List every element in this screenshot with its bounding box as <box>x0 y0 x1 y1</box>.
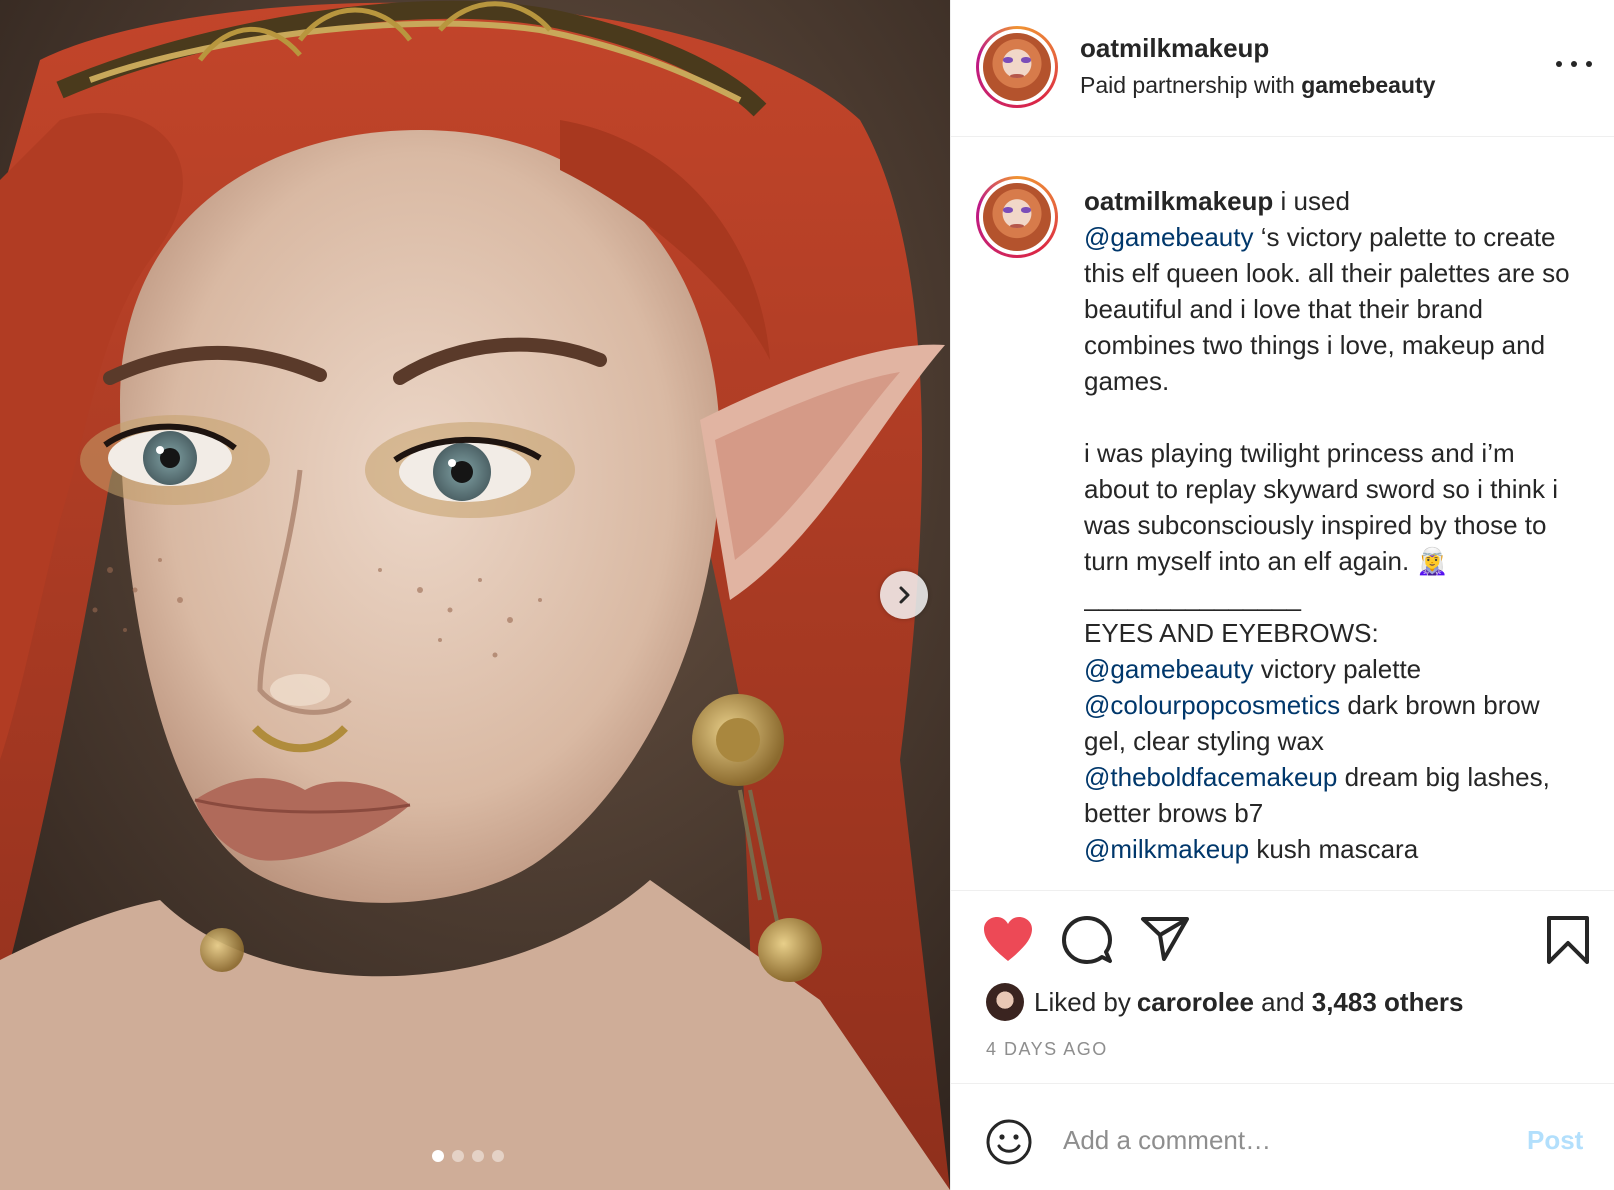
mention-link[interactable]: @gamebeauty <box>1084 222 1254 252</box>
mention-link[interactable]: @theboldfacemakeup <box>1084 762 1337 792</box>
header-avatar[interactable] <box>976 26 1058 108</box>
likes-summary: Liked by carorolee and 3,483 others <box>986 983 1464 1021</box>
caption-scroll[interactable]: oatmilkmakeup i used @gamebeauty ‘s vict… <box>1084 183 1594 883</box>
post-photo <box>0 0 950 1190</box>
header-username[interactable]: oatmilkmakeup <box>1080 33 1269 64</box>
comment-input[interactable] <box>1063 1120 1483 1160</box>
caption-avatar[interactable] <box>976 176 1058 258</box>
liker-avatar[interactable] <box>986 983 1024 1021</box>
chevron-right-icon <box>899 586 910 604</box>
mention-link[interactable]: @colourpopcosmetics <box>1084 690 1340 720</box>
bookmark-icon[interactable] <box>1546 915 1590 965</box>
carousel-indicator <box>432 1150 504 1162</box>
carousel-dot <box>452 1150 464 1162</box>
partner-link[interactable]: gamebeauty <box>1301 72 1435 98</box>
likes-middle: and <box>1253 986 1312 1017</box>
likes-prefix: Liked by <box>1034 986 1131 1017</box>
send-icon[interactable] <box>1140 915 1190 961</box>
liker-username[interactable]: carorolee <box>1137 987 1254 1018</box>
caption-segment: kush mascara <box>1249 834 1419 864</box>
more-options-button[interactable] <box>1556 50 1592 78</box>
caption-username[interactable]: oatmilkmakeup <box>1084 186 1273 216</box>
post-media[interactable] <box>0 0 950 1190</box>
post-comment-button[interactable]: Post <box>1527 1125 1583 1156</box>
carousel-dot <box>492 1150 504 1162</box>
heart-filled-icon[interactable] <box>982 915 1034 963</box>
actions-divider <box>950 890 1614 891</box>
carousel-dot-active <box>432 1150 444 1162</box>
post-timestamp[interactable]: 4 DAYS AGO <box>986 1039 1108 1060</box>
carousel-dot <box>472 1150 484 1162</box>
more-horizontal-icon <box>1556 61 1562 67</box>
next-slide-button[interactable] <box>880 571 928 619</box>
paid-partnership-prefix: Paid partnership with <box>1080 72 1302 98</box>
smiley-icon[interactable] <box>985 1118 1033 1166</box>
paid-partnership-label: Paid partnership with gamebeauty <box>1080 72 1435 99</box>
caption-segment: i used <box>1280 186 1350 216</box>
mention-link[interactable]: @milkmakeup <box>1084 834 1249 864</box>
caption-text: oatmilkmakeup i used @gamebeauty ‘s vict… <box>1084 183 1584 867</box>
caption-segment: ‘s victory palette to create this elf qu… <box>1084 222 1570 648</box>
mention-link[interactable]: @gamebeauty <box>1084 654 1254 684</box>
caption-segment: victory palette <box>1260 654 1422 684</box>
comment-icon[interactable] <box>1062 915 1112 965</box>
likes-count[interactable]: 3,483 others <box>1312 987 1464 1018</box>
